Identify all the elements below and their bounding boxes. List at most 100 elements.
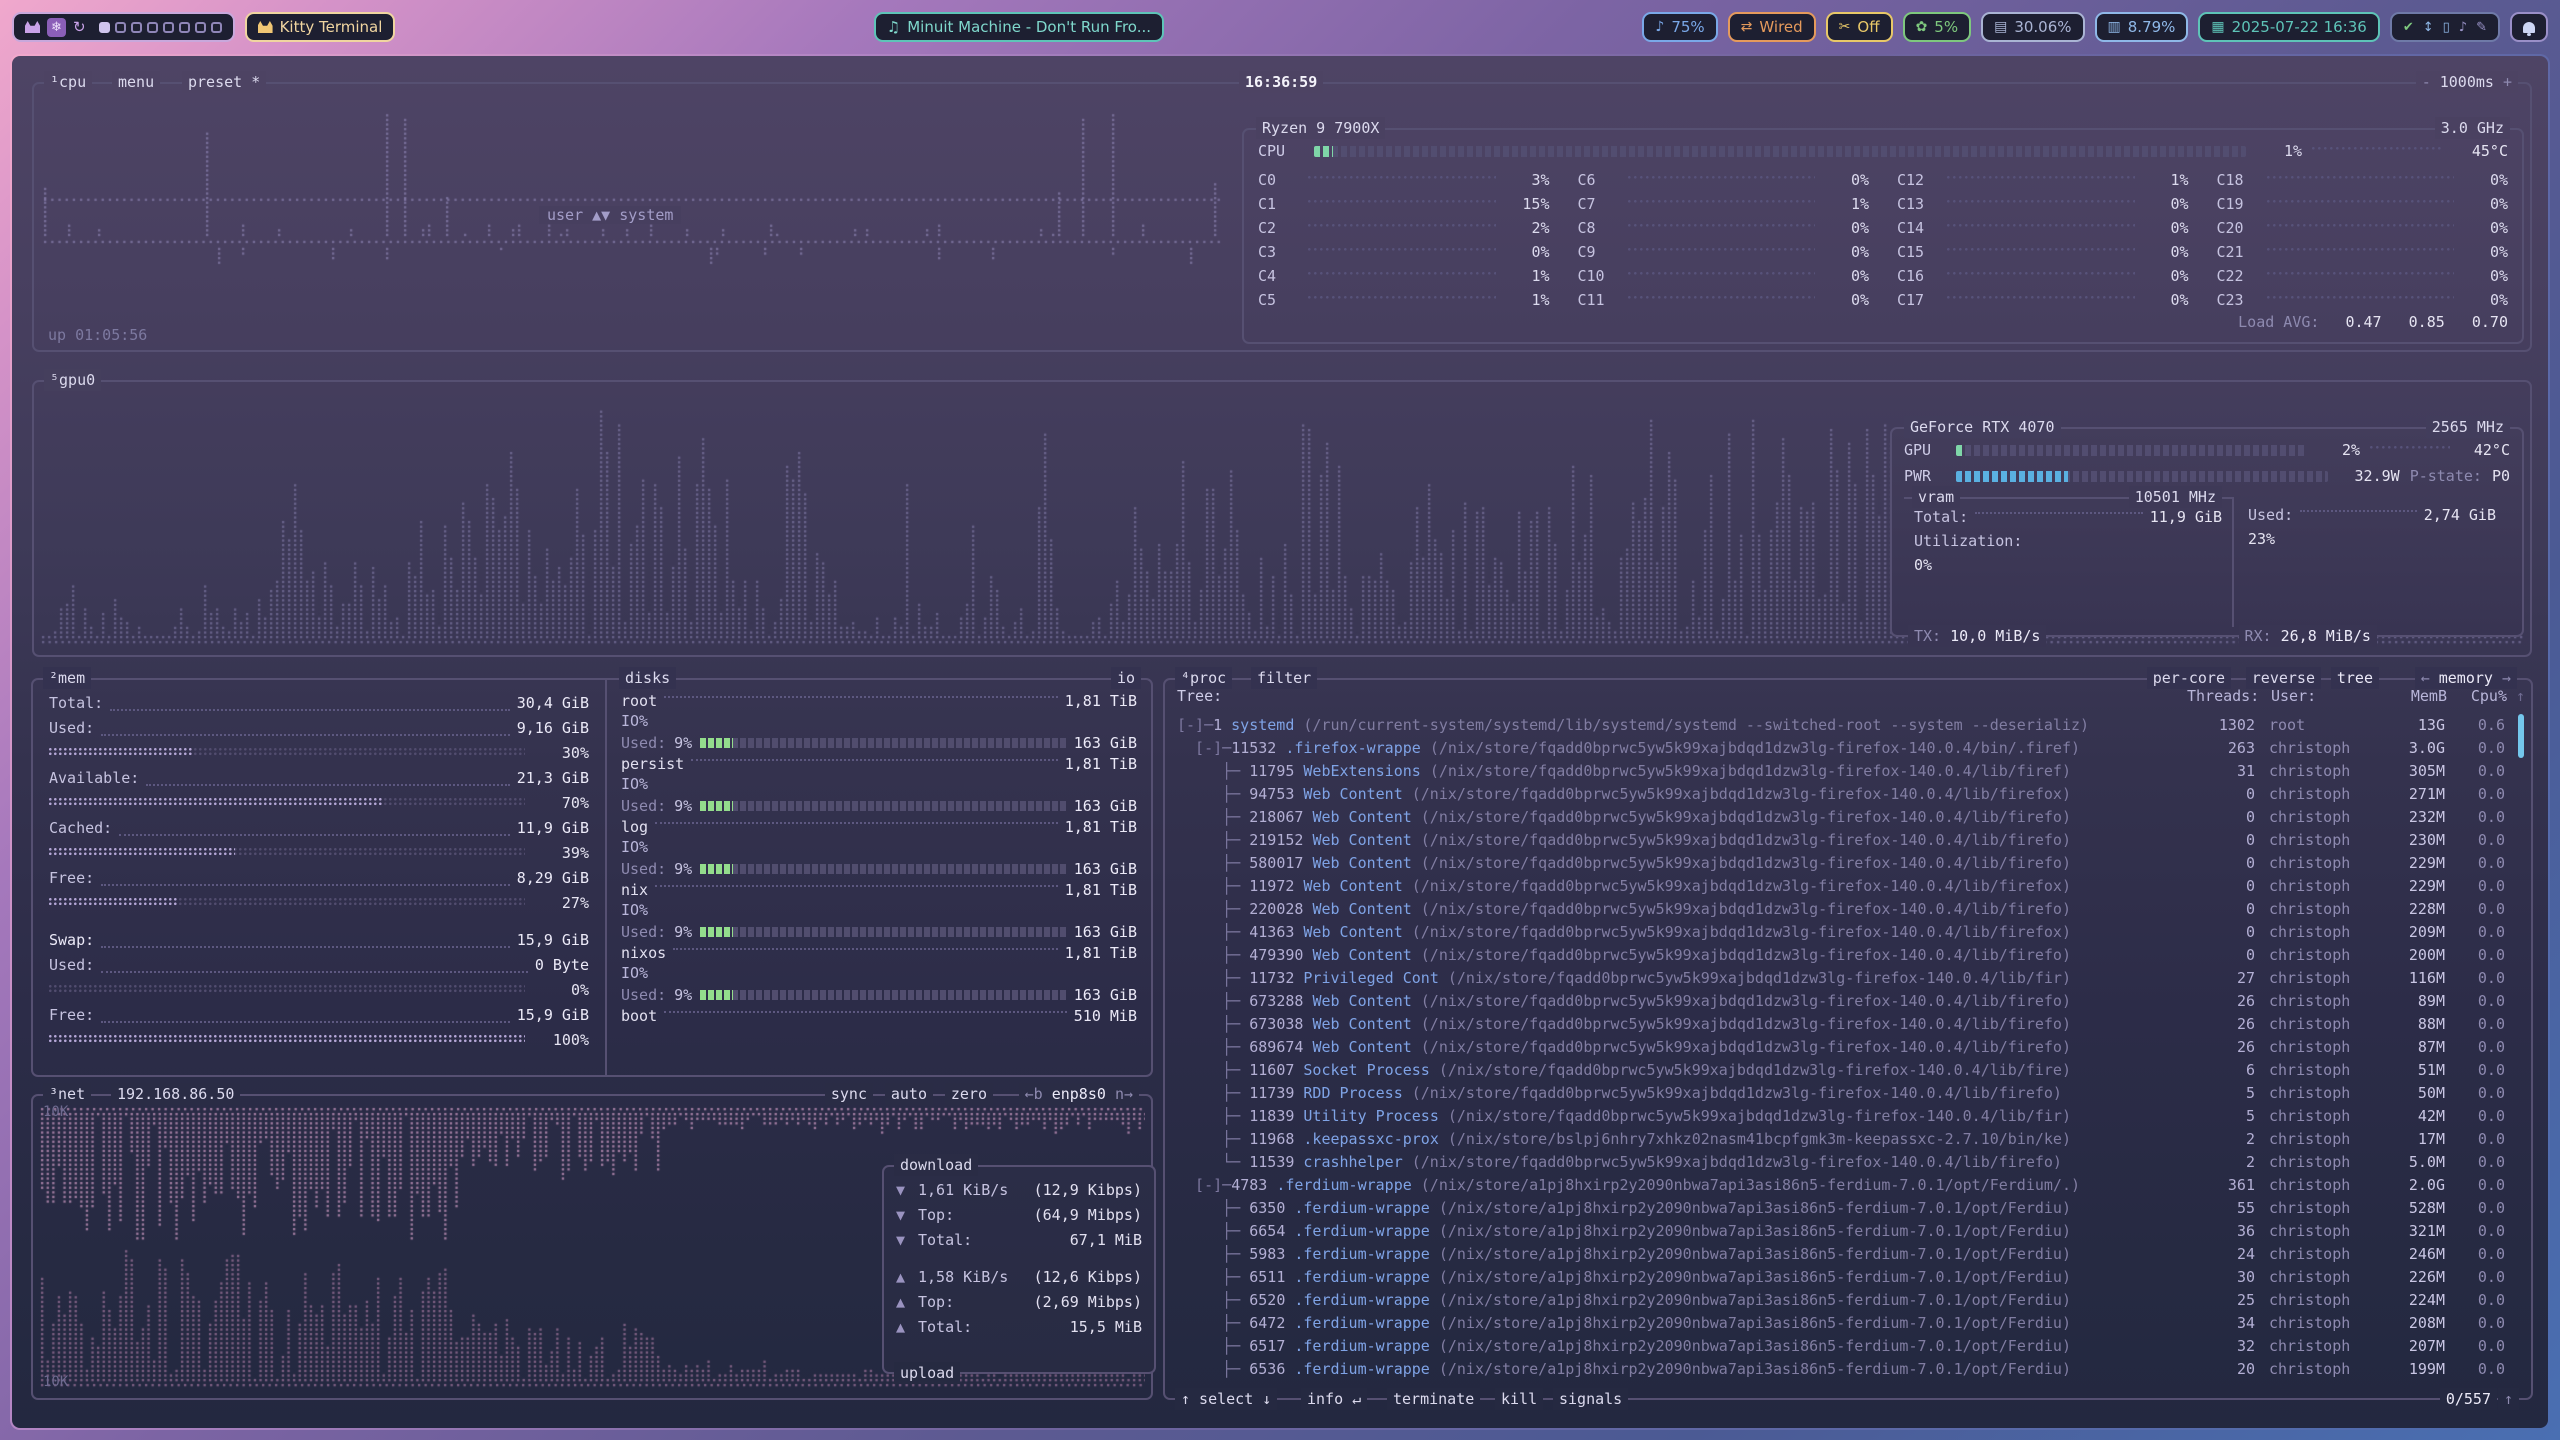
tree-branch[interactable]: ├─ xyxy=(1177,831,1249,849)
iface-next-button[interactable]: n→ xyxy=(1115,1085,1133,1103)
tree-branch[interactable]: ├─ xyxy=(1177,1130,1249,1148)
tree-tab[interactable]: tree xyxy=(2331,667,2379,689)
status-chip[interactable]: ⇄ Wired xyxy=(1728,12,1816,42)
tree-branch[interactable]: ├─ xyxy=(1177,854,1249,872)
preset-button[interactable]: preset * xyxy=(182,71,266,93)
status-chip[interactable]: ✿ 5% xyxy=(1903,12,1972,42)
process-row[interactable]: ├─ 94753Web Content(/nix/store/fqadd0bpr… xyxy=(1167,783,2529,806)
reverse-tab[interactable]: reverse xyxy=(2246,667,2321,689)
net-zero-tab[interactable]: zero xyxy=(945,1083,993,1105)
tree-branch[interactable]: ├─ xyxy=(1177,762,1249,780)
disks-io-toggle[interactable]: io xyxy=(1111,667,1141,689)
process-row[interactable]: ├─ 11607Socket Process(/nix/store/fqadd0… xyxy=(1167,1059,2529,1082)
cat-icon[interactable] xyxy=(25,21,40,33)
scroll-hint[interactable]: ↑ xyxy=(2498,1388,2519,1410)
window-title-chip[interactable]: Kitty Terminal xyxy=(245,12,396,42)
status-chip[interactable]: ▤ 30.06% xyxy=(1981,12,2084,42)
process-row[interactable]: ├─ 218067Web Content(/nix/store/fqadd0bp… xyxy=(1167,806,2529,829)
music-chip[interactable]: ♫ Minuit Machine - Don't Run Fro... xyxy=(874,12,1164,42)
tree-branch[interactable]: ├─ xyxy=(1177,1061,1249,1079)
process-row[interactable]: └─ 11539crashhelper(/nix/store/fqadd0bpr… xyxy=(1167,1151,2529,1174)
sort-prev-button[interactable]: ← xyxy=(2421,669,2430,687)
notification-chip[interactable] xyxy=(2510,12,2548,42)
tree-branch[interactable]: └─ xyxy=(1177,1153,1249,1171)
tree-branch[interactable]: ├─ xyxy=(1177,1337,1249,1355)
iface-prev-button[interactable]: ←b xyxy=(1025,1085,1043,1103)
tray-icon[interactable]: ↕ xyxy=(2423,20,2434,35)
workspace-dot[interactable] xyxy=(163,22,174,33)
tree-branch[interactable]: [-]─ xyxy=(1177,739,1231,757)
tree-branch[interactable]: ├─ xyxy=(1177,900,1249,918)
tree-branch[interactable]: ├─ xyxy=(1177,1245,1249,1263)
tree-branch[interactable]: ├─ xyxy=(1177,1199,1249,1217)
header-cpu[interactable]: Cpu% xyxy=(2447,687,2507,705)
tree-branch[interactable]: ├─ xyxy=(1177,785,1249,803)
header-threads[interactable]: Threads: xyxy=(2187,687,2257,705)
sort-next-button[interactable]: → xyxy=(2502,669,2511,687)
process-row[interactable]: [-]─4783.ferdium-wrappe(/nix/store/a1pj8… xyxy=(1167,1174,2529,1197)
tray-icon[interactable]: ♪ xyxy=(2459,20,2467,35)
kill-control[interactable]: kill xyxy=(1495,1388,1543,1410)
workspace-dot[interactable] xyxy=(147,22,158,33)
process-row[interactable]: ├─ 220028Web Content(/nix/store/fqadd0bp… xyxy=(1167,898,2529,921)
menu-button[interactable]: menu xyxy=(112,71,160,93)
scroll-up-indicator[interactable]: ↑ xyxy=(2507,687,2525,705)
process-row[interactable]: ├─ 11732Privileged Cont(/nix/store/fqadd… xyxy=(1167,967,2529,990)
workspace-dot[interactable] xyxy=(99,22,110,33)
process-row[interactable]: [-]─11532.firefox-wrappe(/nix/store/fqad… xyxy=(1167,737,2529,760)
net-auto-tab[interactable]: auto xyxy=(885,1083,933,1105)
header-tree[interactable]: Tree: xyxy=(1177,687,2187,705)
tree-branch[interactable]: ├─ xyxy=(1177,1015,1249,1033)
tree-branch[interactable]: [-]─ xyxy=(1177,716,1213,734)
net-sync-tab[interactable]: sync xyxy=(825,1083,873,1105)
per-core-tab[interactable]: per-core xyxy=(2147,667,2231,689)
process-row[interactable]: ├─ 11795WebExtensions(/nix/store/fqadd0b… xyxy=(1167,760,2529,783)
info-control[interactable]: info ↵ xyxy=(1301,1388,1367,1410)
workspace-dot[interactable] xyxy=(211,22,222,33)
process-row[interactable]: ├─ 580017Web Content(/nix/store/fqadd0bp… xyxy=(1167,852,2529,875)
process-row[interactable]: ├─ 11739RDD Process(/nix/store/fqadd0bpr… xyxy=(1167,1082,2529,1105)
tray-icon[interactable]: ✎ xyxy=(2476,20,2487,35)
disk-entry[interactable]: root1,81 TiB IO% Used:9%163 GiB xyxy=(621,690,1137,753)
workspace-dot[interactable] xyxy=(115,22,126,33)
disk-entry[interactable]: persist1,81 TiB IO% Used:9%163 GiB xyxy=(621,753,1137,816)
process-row[interactable]: ├─ 11968.keepassxc-prox(/nix/store/bslpj… xyxy=(1167,1128,2529,1151)
tree-branch[interactable]: ├─ xyxy=(1177,1038,1249,1056)
disk-entry[interactable]: boot510 MiB xyxy=(621,1005,1137,1026)
process-row[interactable]: ├─ 6472.ferdium-wrappe(/nix/store/a1pj8h… xyxy=(1167,1312,2529,1335)
tree-branch[interactable]: ├─ xyxy=(1177,992,1249,1010)
process-row[interactable]: ├─ 11839Utility Process(/nix/store/fqadd… xyxy=(1167,1105,2529,1128)
process-row[interactable]: ├─ 673038Web Content(/nix/store/fqadd0bp… xyxy=(1167,1013,2529,1036)
disks-title[interactable]: disks xyxy=(619,667,676,689)
signals-control[interactable]: signals xyxy=(1553,1388,1628,1410)
process-row[interactable]: ├─ 6517.ferdium-wrappe(/nix/store/a1pj8h… xyxy=(1167,1335,2529,1358)
terminate-control[interactable]: terminate xyxy=(1387,1388,1480,1410)
process-row[interactable]: ├─ 6511.ferdium-wrappe(/nix/store/a1pj8h… xyxy=(1167,1266,2529,1289)
disk-entry[interactable]: nixos1,81 TiB IO% Used:9%163 GiB xyxy=(621,942,1137,1005)
disk-entry[interactable]: nix1,81 TiB IO% Used:9%163 GiB xyxy=(621,879,1137,942)
refresh-icon[interactable]: ↻ xyxy=(73,18,86,36)
tree-branch[interactable]: ├─ xyxy=(1177,969,1249,987)
process-scrollbar[interactable] xyxy=(2516,714,2526,1388)
tree-branch[interactable]: ├─ xyxy=(1177,1268,1249,1286)
process-row[interactable]: ├─ 11972Web Content(/nix/store/fqadd0bpr… xyxy=(1167,875,2529,898)
select-control[interactable]: ↑ select ↓ xyxy=(1175,1388,1277,1410)
workspace-dot[interactable] xyxy=(179,22,190,33)
tree-branch[interactable]: ├─ xyxy=(1177,1222,1249,1240)
process-row[interactable]: [-]─1systemd(/run/current-system/systemd… xyxy=(1167,714,2529,737)
process-row[interactable]: ├─ 6536.ferdium-wrappe(/nix/store/a1pj8h… xyxy=(1167,1358,2529,1381)
process-row[interactable]: ├─ 219152Web Content(/nix/store/fqadd0bp… xyxy=(1167,829,2529,852)
tree-branch[interactable]: ├─ xyxy=(1177,1291,1249,1309)
disk-entry[interactable]: log1,81 TiB IO% Used:9%163 GiB xyxy=(621,816,1137,879)
workspace-dot[interactable] xyxy=(195,22,206,33)
tree-branch[interactable]: ├─ xyxy=(1177,877,1249,895)
status-chip[interactable]: ▥ 8.79% xyxy=(2095,12,2189,42)
tree-branch[interactable]: ├─ xyxy=(1177,808,1249,826)
process-row[interactable]: ├─ 41363Web Content(/nix/store/fqadd0bpr… xyxy=(1167,921,2529,944)
tree-branch[interactable]: ├─ xyxy=(1177,1084,1249,1102)
process-row[interactable]: ├─ 5983.ferdium-wrappe(/nix/store/a1pj8h… xyxy=(1167,1243,2529,1266)
tree-branch[interactable]: [-]─ xyxy=(1177,1176,1231,1194)
process-row[interactable]: ├─ 673288Web Content(/nix/store/fqadd0bp… xyxy=(1167,990,2529,1013)
status-chip[interactable]: ✂ Off xyxy=(1826,12,1893,42)
process-row[interactable]: ├─ 479390Web Content(/nix/store/fqadd0bp… xyxy=(1167,944,2529,967)
